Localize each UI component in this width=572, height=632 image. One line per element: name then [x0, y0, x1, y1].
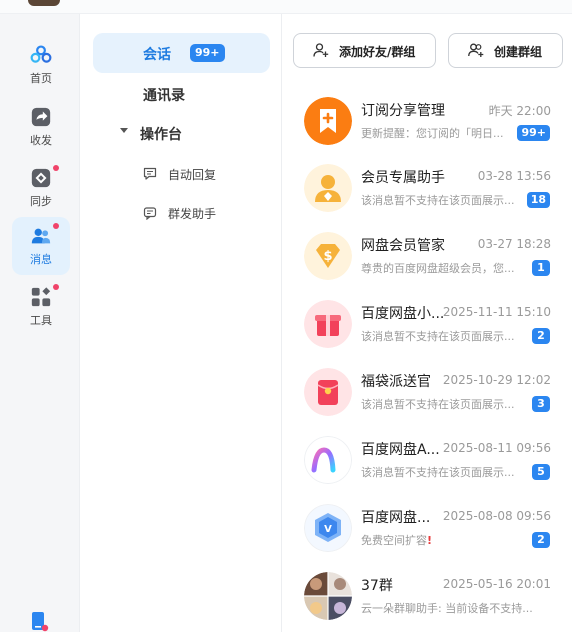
- conversation-name: 百度网盘小...: [361, 306, 445, 322]
- unread-count-badge: 3: [532, 396, 550, 412]
- svg-text:$: $: [323, 249, 332, 264]
- conversation-item[interactable]: 会员专属助手 03-28 13:56 该消息暂不支持在该页面展示... 18: [300, 164, 556, 220]
- rail-label-tools: 工具: [30, 314, 52, 327]
- auto-reply-icon: [143, 167, 157, 180]
- create-group-icon: [468, 43, 484, 57]
- conversation-time: 03-27 18:28: [477, 237, 551, 251]
- broadcast-icon: [143, 207, 157, 220]
- conversation-name: 网盘会员管家: [361, 238, 445, 254]
- nav-item-console[interactable]: 操作台: [140, 124, 182, 144]
- conversation-time: 昨天 22:00: [488, 104, 551, 118]
- phone-icon[interactable]: [31, 612, 49, 632]
- rail-label-sync: 同步: [30, 195, 52, 208]
- cloud-logo-icon: [30, 45, 52, 63]
- conversation-item[interactable]: 百度网盘小... 2025-11-11 15:10 该消息暂不支持在该页面展示.…: [300, 300, 556, 356]
- conversation-time: 2025-08-11 09:56: [442, 441, 551, 455]
- sync-diamond-icon: [31, 168, 51, 188]
- create-group-label: 创建群组: [494, 45, 543, 59]
- conversation-name: 会员专属助手: [361, 170, 445, 186]
- shield-badge-icon: V: [304, 504, 352, 552]
- conversation-preview: 该消息暂不支持在该页面展示...: [361, 398, 515, 411]
- subscription-avatar: [304, 97, 352, 145]
- conversation-item[interactable]: 百度网盘A... 2025-08-11 09:56 该消息暂不支持在该页面展示.…: [300, 436, 556, 492]
- conversation-item[interactable]: 订阅分享管理 昨天 22:00 更新提醒：您订阅的「明日... 99+: [300, 97, 556, 153]
- ai-logo-icon: [304, 436, 352, 484]
- lucky-bag-avatar: [304, 368, 352, 416]
- unread-count-badge: 99+: [517, 125, 550, 141]
- conversation-name: 福袋派送官: [361, 374, 431, 390]
- unread-count-badge: 1: [532, 260, 550, 276]
- conversation-time: 2025-05-16 20:01: [442, 577, 551, 591]
- nav-item-contacts[interactable]: 通讯录: [143, 85, 185, 105]
- conversation-preview: 更新提醒：您订阅的「明日...: [361, 127, 504, 140]
- svg-text:V: V: [324, 524, 332, 535]
- unread-count-badge: 18: [526, 192, 550, 208]
- conversation-preview: 该消息暂不支持在该页面展示...: [361, 194, 515, 207]
- conversation-name: 百度网盘A...: [361, 442, 440, 458]
- share-arrow-icon: [31, 107, 51, 127]
- add-friend-group-label: 添加好友/群组: [339, 45, 416, 59]
- gift-icon: [304, 300, 352, 348]
- rail-label-transfer: 收发: [30, 134, 52, 147]
- alert-mark: !: [427, 534, 433, 547]
- messages-alert-dot: [53, 223, 59, 229]
- bookmark-plus-icon: [304, 97, 352, 145]
- conversation-preview: 尊贵的百度网盘超级会员，您...: [361, 262, 515, 275]
- add-person-icon: [313, 43, 329, 57]
- vip-butler-avatar: $: [304, 232, 352, 280]
- sync-alert-dot: [53, 165, 59, 171]
- conversation-name: 37群: [361, 578, 393, 594]
- conversation-item[interactable]: 福袋派送官 2025-10-29 12:02 该消息暂不支持在该页面展示... …: [300, 368, 556, 424]
- rail-item-transfer[interactable]: 收发: [12, 98, 70, 156]
- group-collage-icon: [304, 572, 352, 620]
- unread-count-badge: 2: [532, 328, 550, 344]
- conversation-preview-text: 免费空间扩容: [361, 534, 427, 547]
- rail-item-home[interactable]: 首页: [12, 36, 70, 94]
- member-person-icon: [304, 164, 352, 212]
- rail-item-messages[interactable]: 消息: [12, 217, 70, 275]
- rail-label-home: 首页: [30, 72, 52, 85]
- conversation-time: 2025-10-29 12:02: [442, 373, 551, 387]
- group-avatar: [304, 572, 352, 620]
- rail-item-tools[interactable]: 工具: [12, 278, 70, 336]
- secondary-nav: 会话 99+ 通讯录 操作台 自动回复 群发助手: [80, 14, 282, 632]
- conversation-time: 03-28 13:56: [477, 169, 551, 183]
- rail-item-sync[interactable]: 同步: [12, 159, 70, 217]
- caret-down-icon[interactable]: [120, 128, 128, 133]
- conversation-item[interactable]: V 百度网盘... 2025-08-08 09:56 免费空间扩容! 2: [300, 504, 556, 560]
- conversation-preview: 该消息暂不支持在该页面展示...: [361, 330, 515, 343]
- conversation-name: 订阅分享管理: [361, 103, 445, 119]
- conversation-item[interactable]: 37群 2025-05-16 20:01 云一朵群聊助手: 当前设备不支持...: [300, 572, 556, 628]
- left-rail: 首页 收发 同步 消息 工具: [0, 14, 80, 632]
- auto-reply-label: 自动回复: [168, 168, 217, 182]
- conversation-item[interactable]: $ 网盘会员管家 03-27 18:28 尊贵的百度网盘超级会员，您... 1: [300, 232, 556, 288]
- grid-icon: [31, 287, 51, 307]
- window-top-strip: [0, 0, 572, 14]
- conversation-time: 2025-08-08 09:56: [442, 509, 551, 523]
- rail-label-messages: 消息: [30, 253, 52, 266]
- red-envelope-icon: [304, 368, 352, 416]
- sessions-unread-badge: 99+: [190, 44, 225, 62]
- conversation-preview: 该消息暂不支持在该页面展示...: [361, 466, 515, 479]
- create-group-button[interactable]: 创建群组: [448, 33, 563, 68]
- conversation-preview: 云一朵群聊助手: 当前设备不支持...: [361, 602, 533, 615]
- vip-shield-avatar: V: [304, 504, 352, 552]
- sessions-label: 会话: [143, 47, 171, 63]
- nav-item-sessions[interactable]: 会话 99+: [93, 33, 270, 73]
- conversation-name: 百度网盘...: [361, 510, 431, 526]
- gift-avatar: [304, 300, 352, 348]
- people-icon: [31, 228, 51, 244]
- unread-count-badge: 2: [532, 532, 550, 548]
- ai-avatar: [304, 436, 352, 484]
- dollar-diamond-icon: $: [304, 232, 352, 280]
- conversation-preview: 免费空间扩容!: [361, 532, 432, 548]
- unread-count-badge: 5: [532, 464, 550, 480]
- user-avatar[interactable]: [28, 0, 60, 6]
- conversation-time: 2025-11-11 15:10: [442, 305, 551, 319]
- member-assistant-avatar: [304, 164, 352, 212]
- tools-alert-dot: [53, 284, 59, 290]
- broadcast-label: 群发助手: [168, 207, 217, 221]
- add-friend-group-button[interactable]: 添加好友/群组: [293, 33, 436, 68]
